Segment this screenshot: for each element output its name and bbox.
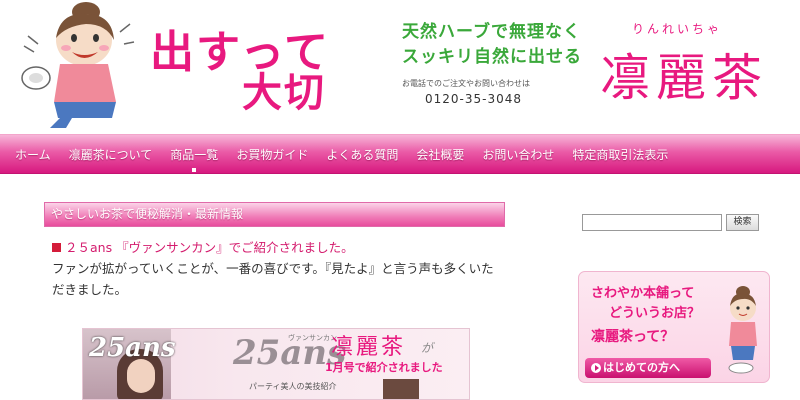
nav-item-company[interactable]: 会社概要 — [407, 146, 473, 163]
promo-line1: さわやか本舗って — [591, 286, 695, 301]
search-button[interactable]: 検索 — [726, 214, 759, 231]
first-visit-button[interactable]: はじめての方へ — [585, 358, 711, 378]
magazine-ga: が — [421, 341, 434, 355]
nav-item-faq[interactable]: よくある質問 — [317, 146, 407, 163]
nav-item-legal[interactable]: 特定商取引法表示 — [563, 146, 677, 163]
promo-line3: 凛麗茶って？ — [591, 329, 675, 345]
magazine-brand: 凛麗茶 — [331, 335, 407, 360]
slogan-line2: 大切 — [242, 70, 326, 116]
global-nav: ホーム 凛麗茶について 商品一覧 お買物ガイド よくある質問 会社概要 お問い合… — [0, 134, 800, 174]
promo-line2: どういうお店？ — [609, 306, 701, 321]
site-header: 出すって 大切 天然ハーブで無理なく スッキリ自然に出せる お電話でのご注文やお… — [0, 0, 800, 132]
brand-logo[interactable]: りんれいちゃ 凛麗茶 — [596, 20, 788, 108]
mascot-small-illustration — [728, 286, 757, 374]
brand-ruby: りんれいちゃ — [632, 22, 723, 36]
nav-item-about[interactable]: 凛麗茶について — [60, 146, 162, 163]
news-body: ファンが拡がっていくことが、一番の喜びです。『見たよ』と言う声も多くいただきまし… — [52, 261, 494, 297]
tel-number: 0120-35-3048 — [425, 92, 523, 106]
magazine-image: 25ans 25ans ヴァンサンカン 凛麗茶 が 1月号で紹介されました パー… — [82, 328, 470, 400]
magazine-featured-text: 1月号で紹介されました — [325, 361, 443, 374]
nav-item-products[interactable]: 商品一覧 — [161, 146, 227, 172]
first-visit-button-label: はじめての方へ — [603, 361, 680, 374]
magazine-thumbnail — [383, 379, 419, 399]
bullet-square-icon — [52, 243, 61, 252]
catch-copy-line1: 天然ハーブで無理なく — [402, 22, 581, 42]
magazine-party-text: パーティ美人の美技紹介 — [249, 382, 337, 391]
slogan: 出すって 大切 — [150, 16, 390, 116]
news-headline[interactable]: ２５ans 『ヴァンサンカン』でご紹介されました。 — [52, 237, 354, 256]
first-visit-banner[interactable]: さわやか本舗って どういうお店？ 凛麗茶って？ はじめての方へ — [578, 271, 770, 383]
catch-copy: 天然ハーブで無理なく スッキリ自然に出せる — [402, 20, 602, 70]
section-title: やさしいお茶で便秘解消・最新情報 — [44, 202, 505, 227]
tel-note: お電話でのご注文やお問い合わせは — [402, 79, 530, 88]
cover-model-face — [127, 359, 155, 393]
magazine-ruby: ヴァンサンカン — [288, 334, 337, 342]
catch-copy-line2: スッキリ自然に出せる — [402, 47, 582, 67]
news-headline-text: ２５ans 『ヴァンサンカン』でご紹介されました。 — [65, 240, 354, 255]
arrow-right-icon — [591, 363, 601, 373]
magazine-cover: 25ans — [83, 329, 176, 399]
search-input[interactable] — [582, 214, 722, 231]
mascot-illustration — [21, 2, 135, 128]
nav-list: ホーム 凛麗茶について 商品一覧 お買物ガイド よくある質問 会社概要 お問い合… — [0, 135, 800, 173]
nav-item-shopping-guide[interactable]: お買物ガイド — [227, 146, 317, 163]
nav-item-contact[interactable]: お問い合わせ — [473, 146, 563, 163]
magazine-logo: 25ans — [89, 333, 176, 363]
nav-item-home[interactable]: ホーム — [6, 146, 60, 163]
brand-name: 凛麗茶 — [600, 49, 768, 107]
